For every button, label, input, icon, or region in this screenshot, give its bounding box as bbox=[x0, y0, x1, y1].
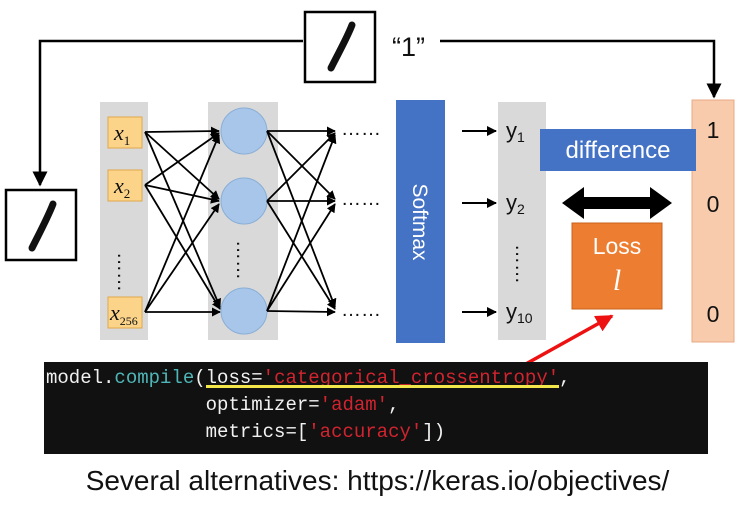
target-value-3: 0 bbox=[707, 301, 720, 327]
difference-label: difference bbox=[566, 137, 671, 164]
row-dots-2: …… bbox=[341, 188, 381, 210]
target-value-1: 1 bbox=[707, 117, 720, 143]
compile-code-block: model.compile(loss='categorical_crossent… bbox=[44, 362, 708, 454]
hidden-neuron-3 bbox=[220, 287, 268, 335]
double-arrow bbox=[562, 187, 672, 219]
hidden-vertical-dots: …… bbox=[232, 240, 254, 280]
row-dots-1: …… bbox=[341, 118, 381, 140]
loss-symbol: l bbox=[613, 264, 621, 297]
row-dots-3: …… bbox=[341, 299, 381, 321]
output-arrows bbox=[462, 126, 497, 317]
target-value-2: 0 bbox=[707, 191, 720, 217]
digit-image-top bbox=[303, 10, 377, 84]
highlighted-loss-argument: loss='categorical_crossentropy' bbox=[205, 367, 560, 389]
digit-image-input bbox=[4, 188, 78, 262]
loss-title: Loss bbox=[593, 233, 642, 259]
output-vertical-dots: …… bbox=[511, 244, 533, 284]
hidden-neuron-2 bbox=[220, 177, 268, 225]
hidden-neuron-1 bbox=[220, 107, 268, 155]
softmax-label: Softmax bbox=[408, 183, 431, 261]
target-label: “1” bbox=[392, 32, 425, 62]
input-vertical-dots: …… bbox=[113, 252, 135, 292]
caption: Several alternatives: https://keras.io/o… bbox=[85, 465, 670, 496]
